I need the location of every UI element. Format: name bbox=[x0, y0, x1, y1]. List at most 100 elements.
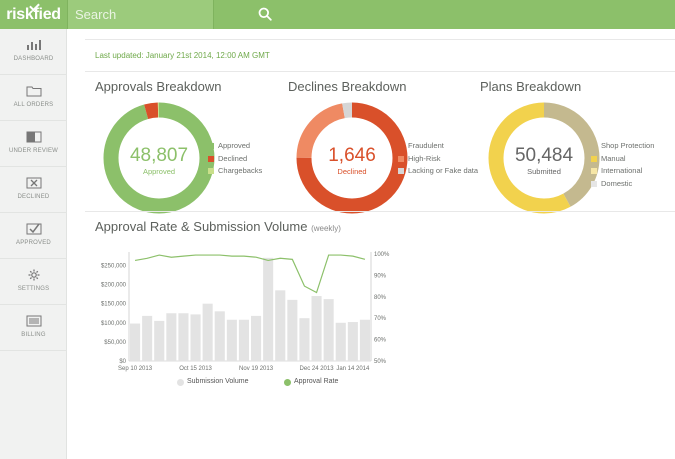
y-right-tick-label: 100% bbox=[374, 252, 390, 258]
bar-submission-volume[interactable] bbox=[287, 299, 298, 361]
bar-submission-volume[interactable] bbox=[202, 303, 213, 361]
logo-text-part2: fied bbox=[33, 5, 62, 23]
sidebar-item-label: BILLING bbox=[21, 332, 46, 338]
legend-label: High-Risk bbox=[408, 153, 441, 163]
sidebar-item-approved[interactable]: APPROVED bbox=[0, 213, 67, 259]
y-left-tick-label: $150,000 bbox=[101, 302, 127, 308]
y-left-tick-label: $50,000 bbox=[104, 340, 126, 346]
bar-submission-volume[interactable] bbox=[323, 299, 334, 361]
chart-title-text: Approval Rate & Submission Volume bbox=[95, 219, 308, 234]
bar-submission-volume[interactable] bbox=[226, 319, 237, 361]
declines-title: Declines Breakdown bbox=[288, 79, 407, 94]
bar-submission-volume[interactable] bbox=[347, 322, 358, 361]
sidebar-item-label: DECLINED bbox=[17, 194, 50, 200]
bar-submission-volume[interactable] bbox=[130, 323, 141, 361]
legend-swatch bbox=[208, 143, 214, 149]
y-right-tick-label: 60% bbox=[374, 338, 387, 344]
sidebar-item-billing[interactable]: BILLING bbox=[0, 305, 67, 351]
y-right-tick-label: 90% bbox=[374, 273, 387, 279]
legend-swatch bbox=[591, 180, 597, 187]
legend-label: Fraudulent bbox=[408, 141, 444, 150]
plans-sub-label: Submitted bbox=[527, 167, 561, 176]
legend-label: Chargebacks bbox=[218, 166, 263, 175]
approved-icon bbox=[26, 223, 42, 235]
top-bar: risk fied bbox=[0, 0, 675, 29]
sidebar-item-declined[interactable]: DECLINED bbox=[0, 167, 67, 213]
bar-submission-volume[interactable] bbox=[251, 315, 262, 361]
legend-label: Domestic bbox=[601, 178, 633, 188]
legend-label: International bbox=[601, 166, 643, 175]
review-icon bbox=[26, 131, 42, 143]
logo[interactable]: risk fied bbox=[0, 0, 67, 29]
bar-submission-volume[interactable] bbox=[190, 314, 201, 361]
chart-title-note: (weekly) bbox=[311, 224, 341, 233]
legend-swatch bbox=[208, 168, 214, 174]
bar-submission-volume[interactable] bbox=[166, 313, 177, 361]
legend-label: Declined bbox=[218, 153, 248, 163]
sidebar-item-label: UNDER REVIEW bbox=[8, 148, 59, 154]
divider bbox=[85, 71, 675, 72]
plans-title: Plans Breakdown bbox=[480, 79, 582, 94]
gear-icon bbox=[28, 269, 40, 281]
approvals-sub-label: Approved bbox=[142, 167, 176, 176]
declines-value: 1,646 bbox=[328, 145, 376, 166]
legend-swatch bbox=[398, 143, 404, 149]
legend-swatch bbox=[591, 143, 597, 149]
x-tick-label: Oct 15 2013 bbox=[179, 366, 212, 372]
sidebar-item-dashboard[interactable]: DASHBOARD bbox=[0, 29, 67, 75]
bar-submission-volume[interactable] bbox=[142, 315, 153, 361]
billing-icon bbox=[26, 315, 42, 327]
bar-submission-volume[interactable] bbox=[275, 290, 286, 361]
bar-submission-volume[interactable] bbox=[178, 313, 189, 361]
legend-swatch bbox=[208, 155, 214, 162]
sidebar-item-label: DASHBOARD bbox=[13, 56, 54, 62]
y-left-tick-label: $200,000 bbox=[101, 283, 127, 289]
divider bbox=[85, 39, 675, 40]
bar-chart-icon bbox=[27, 40, 41, 50]
y-right-tick-label: 80% bbox=[374, 295, 387, 301]
sidebar-item-label: SETTINGS bbox=[17, 286, 50, 292]
approvals-title: Approvals Breakdown bbox=[95, 79, 222, 94]
line-approval-rate[interactable] bbox=[134, 254, 366, 294]
declined-icon bbox=[26, 177, 42, 189]
folder-icon bbox=[26, 86, 42, 97]
y-left-tick-label: $0 bbox=[119, 359, 126, 365]
legend-label: Approval Rate bbox=[294, 378, 339, 385]
legend-label: Submission Volume bbox=[187, 378, 249, 385]
bar-submission-volume[interactable] bbox=[238, 319, 249, 361]
chart-title: Approval Rate & Submission Volume (weekl… bbox=[95, 219, 341, 234]
x-tick-label: Dec 24 2013 bbox=[300, 366, 335, 372]
x-tick-label: Nov 19 2013 bbox=[239, 366, 274, 372]
sidebar-item-label: APPROVED bbox=[16, 240, 51, 246]
legend-label: Approved bbox=[218, 141, 251, 150]
legend-swatch bbox=[591, 168, 597, 174]
risk-dashboard: riskfied DASHBOARD ALL ORDERS bbox=[0, 0, 675, 459]
bar-submission-volume[interactable] bbox=[311, 296, 322, 361]
y-right-tick-label: 50% bbox=[374, 359, 387, 365]
sidebar-item-label: ALL ORDERS bbox=[13, 102, 54, 108]
sidebar-item-settings[interactable]: SETTINGS bbox=[0, 259, 67, 305]
legend-label: Lacking or Fake data bbox=[408, 166, 479, 175]
y-left-tick-label: $250,000 bbox=[101, 263, 127, 269]
search-input[interactable] bbox=[75, 4, 185, 25]
bar-submission-volume[interactable] bbox=[214, 311, 225, 361]
sidebar-item-all-orders[interactable]: ALL ORDERS bbox=[0, 75, 67, 121]
approvals-value: 48,807 bbox=[129, 145, 189, 166]
bar-submission-volume[interactable] bbox=[263, 257, 274, 361]
bar-submission-volume[interactable] bbox=[335, 322, 346, 361]
legend-swatch bbox=[284, 379, 291, 386]
x-tick-label: Sep 10 2013 bbox=[118, 366, 153, 372]
plans-value: 50,484 bbox=[514, 145, 574, 166]
divider bbox=[85, 211, 675, 212]
bar-submission-volume[interactable] bbox=[299, 318, 310, 361]
search-box bbox=[67, 0, 272, 29]
sidebar-item-under-review[interactable]: UNDER REVIEW bbox=[0, 121, 67, 167]
legend-swatch bbox=[398, 168, 404, 174]
bar-submission-volume[interactable] bbox=[359, 319, 370, 361]
legend-swatch bbox=[177, 379, 184, 386]
legend-label: Manual bbox=[601, 153, 626, 163]
bar-submission-volume[interactable] bbox=[154, 320, 165, 361]
search-icon[interactable] bbox=[258, 7, 272, 21]
legend-swatch bbox=[398, 155, 404, 162]
main-content: Last updated: January 21st 2014, 12:00 A… bbox=[67, 29, 675, 459]
